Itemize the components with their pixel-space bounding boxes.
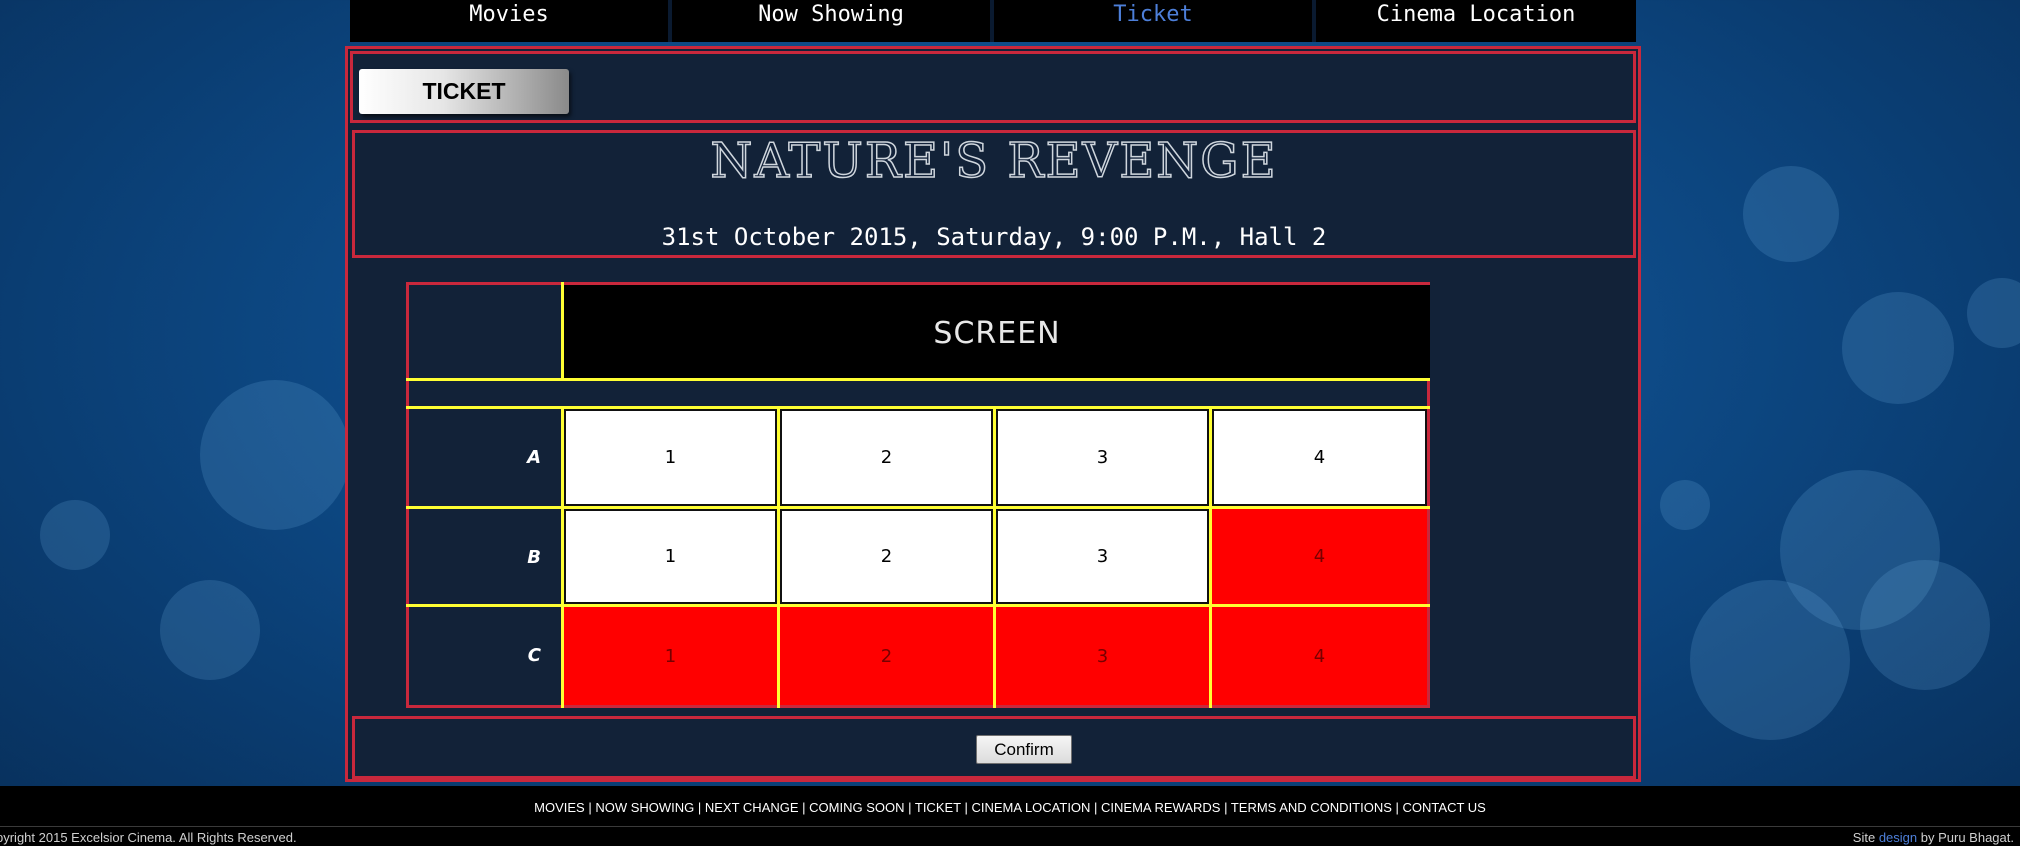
credit-suffix: by Puru Bhagat. <box>1920 830 2014 845</box>
screen-label: SCREEN <box>564 285 1430 381</box>
footer-link-next-change[interactable]: NEXT CHANGE <box>705 800 799 815</box>
background-bubble <box>1860 560 1990 690</box>
showtime-info: 31st October 2015, Saturday, 9:00 P.M., … <box>661 223 1327 251</box>
background-bubble <box>1967 278 2020 348</box>
background-bubble <box>40 500 110 570</box>
seat-c4[interactable]: 4 <box>1212 607 1427 705</box>
confirm-button[interactable]: Confirm <box>976 735 1072 764</box>
background-bubble <box>1690 580 1850 740</box>
copyright-text: pyright 2015 Excelsior Cinema. All Right… <box>0 830 297 845</box>
nav-movies[interactable]: Movies <box>350 0 668 42</box>
background-bubble <box>1743 166 1839 262</box>
footer-links: MOVIES | NOW SHOWING | NEXT CHANGE | COM… <box>534 800 1486 815</box>
site-credit: Site design by Puru Bhagat. <box>1853 830 2014 845</box>
footer-link-now-showing[interactable]: NOW SHOWING <box>595 800 694 815</box>
footer-link-ticket[interactable]: TICKET <box>915 800 961 815</box>
top-navigation: Movies Now Showing Ticket Cinema Locatio… <box>350 0 1636 42</box>
nav-now-showing[interactable]: Now Showing <box>672 0 990 42</box>
background-bubble <box>200 380 350 530</box>
footer-link-coming-soon[interactable]: COMING SOON <box>809 800 904 815</box>
seat-b4[interactable]: 4 <box>1212 509 1427 604</box>
seat-map: SCREEN A B C 1 2 3 4 1 2 3 4 1 2 3 4 <box>406 282 1430 708</box>
seat-c1[interactable]: 1 <box>564 607 777 705</box>
row-label-b: B <box>527 547 541 568</box>
seat-c3[interactable]: 3 <box>996 607 1209 705</box>
footer-link-terms[interactable]: TERMS AND CONDITIONS <box>1231 800 1392 815</box>
footer-link-cinema-rewards[interactable]: CINEMA REWARDS <box>1101 800 1220 815</box>
grid-line <box>561 282 564 378</box>
movie-title: NATURE'S REVENGE <box>710 132 1278 190</box>
confirm-box: Confirm <box>352 716 1636 779</box>
footer-divider <box>0 826 2020 827</box>
seat-c2[interactable]: 2 <box>780 607 993 705</box>
movie-info-box: NATURE'S REVENGE 31st October 2015, Satu… <box>352 130 1636 258</box>
footer-link-cinema-location[interactable]: CINEMA LOCATION <box>971 800 1090 815</box>
background-bubble <box>1842 292 1954 404</box>
footer: MOVIES | NOW SHOWING | NEXT CHANGE | COM… <box>0 786 2020 846</box>
seat-a4[interactable]: 4 <box>1212 409 1427 506</box>
credit-design-link[interactable]: design <box>1879 830 1917 845</box>
ticket-panel: TICKET NATURE'S REVENGE 31st October 201… <box>345 46 1641 782</box>
nav-cinema-location[interactable]: Cinema Location <box>1316 0 1636 42</box>
nav-ticket[interactable]: Ticket <box>994 0 1312 42</box>
seat-b1[interactable]: 1 <box>564 509 777 604</box>
credit-prefix: Site <box>1852 830 1876 845</box>
row-label-c: C <box>527 645 541 666</box>
seat-a1[interactable]: 1 <box>564 409 777 506</box>
seat-a2[interactable]: 2 <box>780 409 993 506</box>
seat-b3[interactable]: 3 <box>996 509 1209 604</box>
seat-b2[interactable]: 2 <box>780 509 993 604</box>
grid-line <box>406 378 1430 381</box>
seat-a3[interactable]: 3 <box>996 409 1209 506</box>
ticket-header-box: TICKET <box>350 51 1636 123</box>
footer-link-movies[interactable]: MOVIES <box>534 800 585 815</box>
footer-link-contact-us[interactable]: CONTACT US <box>1403 800 1486 815</box>
background-bubble <box>160 580 260 680</box>
row-label-a: A <box>527 447 541 468</box>
ticket-tab[interactable]: TICKET <box>359 69 569 114</box>
background-bubble <box>1660 480 1710 530</box>
